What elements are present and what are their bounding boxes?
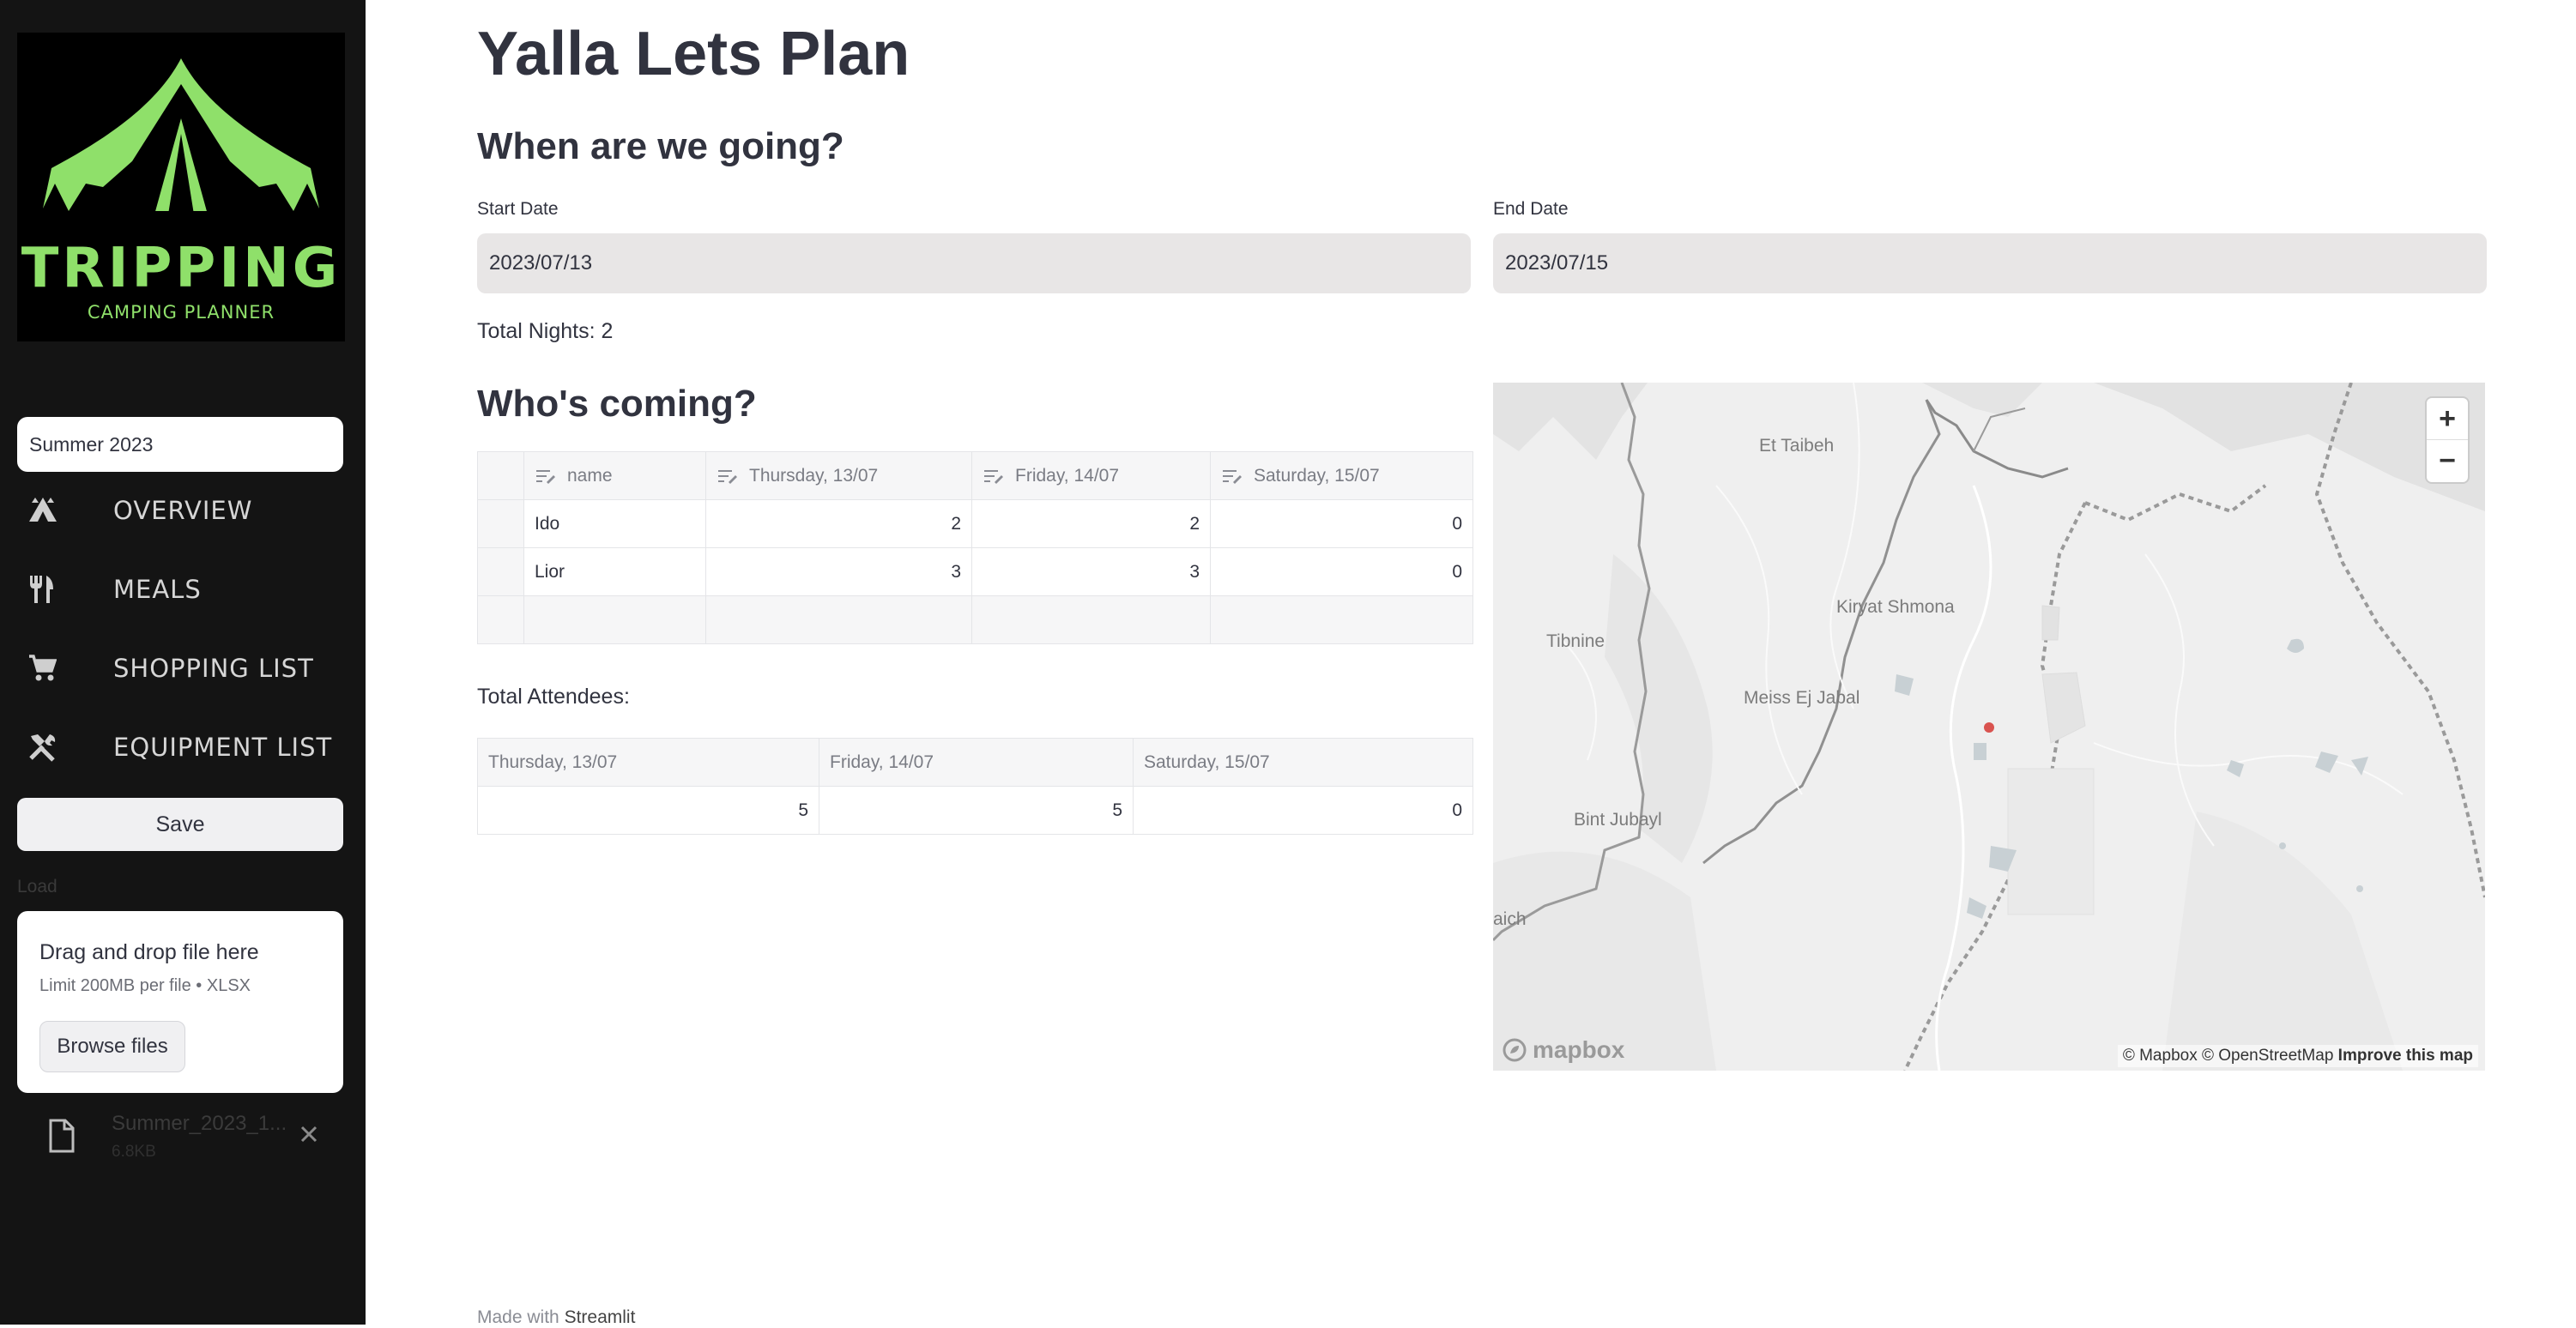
table-cell[interactable]: Lior (523, 547, 706, 596)
column-header: Friday, 14/07 (819, 738, 1134, 787)
end-date-label: End Date (1493, 199, 1569, 219)
start-date-label: Start Date (477, 199, 559, 219)
totals-table: Thursday, 13/07 Friday, 14/07 Saturday, … (477, 738, 1473, 835)
table-cell[interactable] (1210, 595, 1473, 644)
tools-icon (17, 717, 72, 777)
table-cell: 0 (1133, 786, 1473, 835)
save-button[interactable]: Save (17, 798, 343, 851)
table-row: Ido 2 2 0 (477, 499, 1473, 548)
nav-label: MEALS (113, 575, 202, 604)
uploaded-file-item: Summer_2023_1... 6.8KB (17, 1107, 352, 1167)
map-place-label: Tibnine (1546, 631, 1605, 651)
page-title: Yalla Lets Plan (477, 20, 910, 88)
table-row: Lior 3 3 0 (477, 547, 1473, 596)
trip-name-input[interactable] (17, 417, 343, 472)
text-column-icon (718, 469, 737, 484)
upload-limit-text: Limit 200MB per file • XLSX (39, 976, 251, 995)
nav-item-overview[interactable]: OVERVIEW (17, 480, 352, 540)
attendees-table[interactable]: name Thursday, 13/07 Friday, 14/07 Satur… (477, 451, 1473, 644)
table-cell[interactable] (705, 595, 972, 644)
map-location-marker[interactable] (1984, 722, 1994, 733)
end-date-input[interactable] (1493, 233, 2487, 293)
sidebar: TRIPPING CAMPING PLANNER OVERVIEW MEALS … (0, 0, 366, 1325)
text-column-icon (984, 469, 1003, 484)
logo-title: TRIPPING (21, 237, 342, 300)
total-attendees-label: Total Attendees: (477, 685, 630, 709)
text-column-icon (1223, 469, 1242, 484)
table-cell: 5 (477, 786, 819, 835)
column-header[interactable]: name (523, 451, 706, 500)
table-cell[interactable]: 3 (971, 547, 1211, 596)
table-cell[interactable]: 2 (971, 499, 1211, 548)
map-zoom-control: + − (2427, 398, 2468, 482)
row-index[interactable] (477, 499, 524, 548)
nav-item-meals[interactable]: MEALS (17, 559, 352, 619)
who-heading: Who's coming? (477, 383, 757, 425)
row-index[interactable] (477, 547, 524, 596)
column-header[interactable]: Friday, 14/07 (971, 451, 1211, 500)
column-header[interactable]: Thursday, 13/07 (705, 451, 972, 500)
file-uploader-dropzone[interactable]: Drag and drop file here Limit 200MB per … (17, 911, 343, 1093)
table-cell: 5 (819, 786, 1134, 835)
map-view[interactable]: Et Taibeh Kiryat Shmona Tibnine Meiss Ej… (1493, 383, 2485, 1071)
table-cell[interactable] (523, 595, 706, 644)
mapbox-logo-icon (1503, 1038, 1527, 1062)
table-cell[interactable]: 2 (705, 499, 972, 548)
zoom-in-button[interactable]: + (2427, 398, 2468, 439)
map-terrain (1493, 383, 2485, 1071)
nav-item-equipment-list[interactable]: EQUIPMENT LIST (17, 717, 352, 777)
map-attribution: © Mapbox © OpenStreetMap Improve this ma… (2117, 1045, 2478, 1067)
nav-item-shopping-list[interactable]: SHOPPING LIST (17, 638, 352, 698)
uploaded-file-size: 6.8KB (112, 1143, 156, 1161)
nav-label: EQUIPMENT LIST (113, 733, 333, 762)
when-heading: When are we going? (477, 125, 844, 167)
start-date-input[interactable] (477, 233, 1471, 293)
zoom-out-button[interactable]: − (2427, 440, 2468, 481)
table-cell[interactable]: 0 (1210, 547, 1473, 596)
improve-map-link[interactable]: Improve this map (2338, 1047, 2473, 1065)
close-icon[interactable] (295, 1120, 323, 1148)
cart-icon (17, 638, 72, 698)
drag-drop-text: Drag and drop file here (39, 940, 259, 964)
total-nights-text: Total Nights: 2 (477, 319, 614, 343)
map-place-label: Et Taibeh (1759, 436, 1835, 456)
table-row: 5 5 0 (477, 786, 1473, 835)
map-place-label: Bint Jubayl (1574, 810, 1662, 830)
table-cell[interactable]: 0 (1210, 499, 1473, 548)
row-index[interactable] (477, 595, 524, 644)
mapbox-logo-text: mapbox (1533, 1036, 1625, 1063)
logo-subtitle: CAMPING PLANNER (87, 302, 275, 323)
column-header-label: Saturday, 15/07 (1254, 465, 1380, 486)
text-column-icon (536, 469, 555, 484)
mapbox-logo[interactable]: mapbox (1502, 1036, 1624, 1064)
footer: Made with Streamlit (477, 1307, 635, 1328)
app-logo: TRIPPING CAMPING PLANNER (17, 33, 345, 341)
table-cell[interactable] (971, 595, 1211, 644)
table-header-row: Thursday, 13/07 Friday, 14/07 Saturday, … (477, 738, 1473, 787)
tent-logo-icon (34, 58, 328, 218)
table-header-row: name Thursday, 13/07 Friday, 14/07 Satur… (477, 451, 1473, 500)
load-label: Load (17, 877, 57, 896)
tent-icon (17, 480, 72, 540)
map-place-label: aich (1493, 909, 1527, 929)
file-icon (49, 1119, 75, 1153)
column-header: Saturday, 15/07 (1133, 738, 1473, 787)
column-header-label: name (567, 465, 613, 486)
nav-label: OVERVIEW (113, 496, 253, 525)
attribution-text[interactable]: © Mapbox © OpenStreetMap (2123, 1047, 2334, 1065)
column-header[interactable]: Saturday, 15/07 (1210, 451, 1473, 500)
cutlery-icon (17, 559, 72, 619)
map-place-label: Meiss Ej Jabal (1744, 688, 1860, 708)
browse-files-button[interactable]: Browse files (39, 1021, 185, 1072)
table-cell[interactable]: Ido (523, 499, 706, 548)
table-cell[interactable]: 3 (705, 547, 972, 596)
column-header: Thursday, 13/07 (477, 738, 819, 787)
row-index-header (477, 451, 524, 500)
uploaded-file-name: Summer_2023_1... (112, 1112, 287, 1135)
map-place-label: Kiryat Shmona (1836, 597, 1955, 617)
nav-label: SHOPPING LIST (113, 654, 314, 683)
add-row[interactable] (477, 595, 1473, 644)
column-header-label: Thursday, 13/07 (749, 465, 879, 486)
column-header-label: Friday, 14/07 (1015, 465, 1120, 486)
